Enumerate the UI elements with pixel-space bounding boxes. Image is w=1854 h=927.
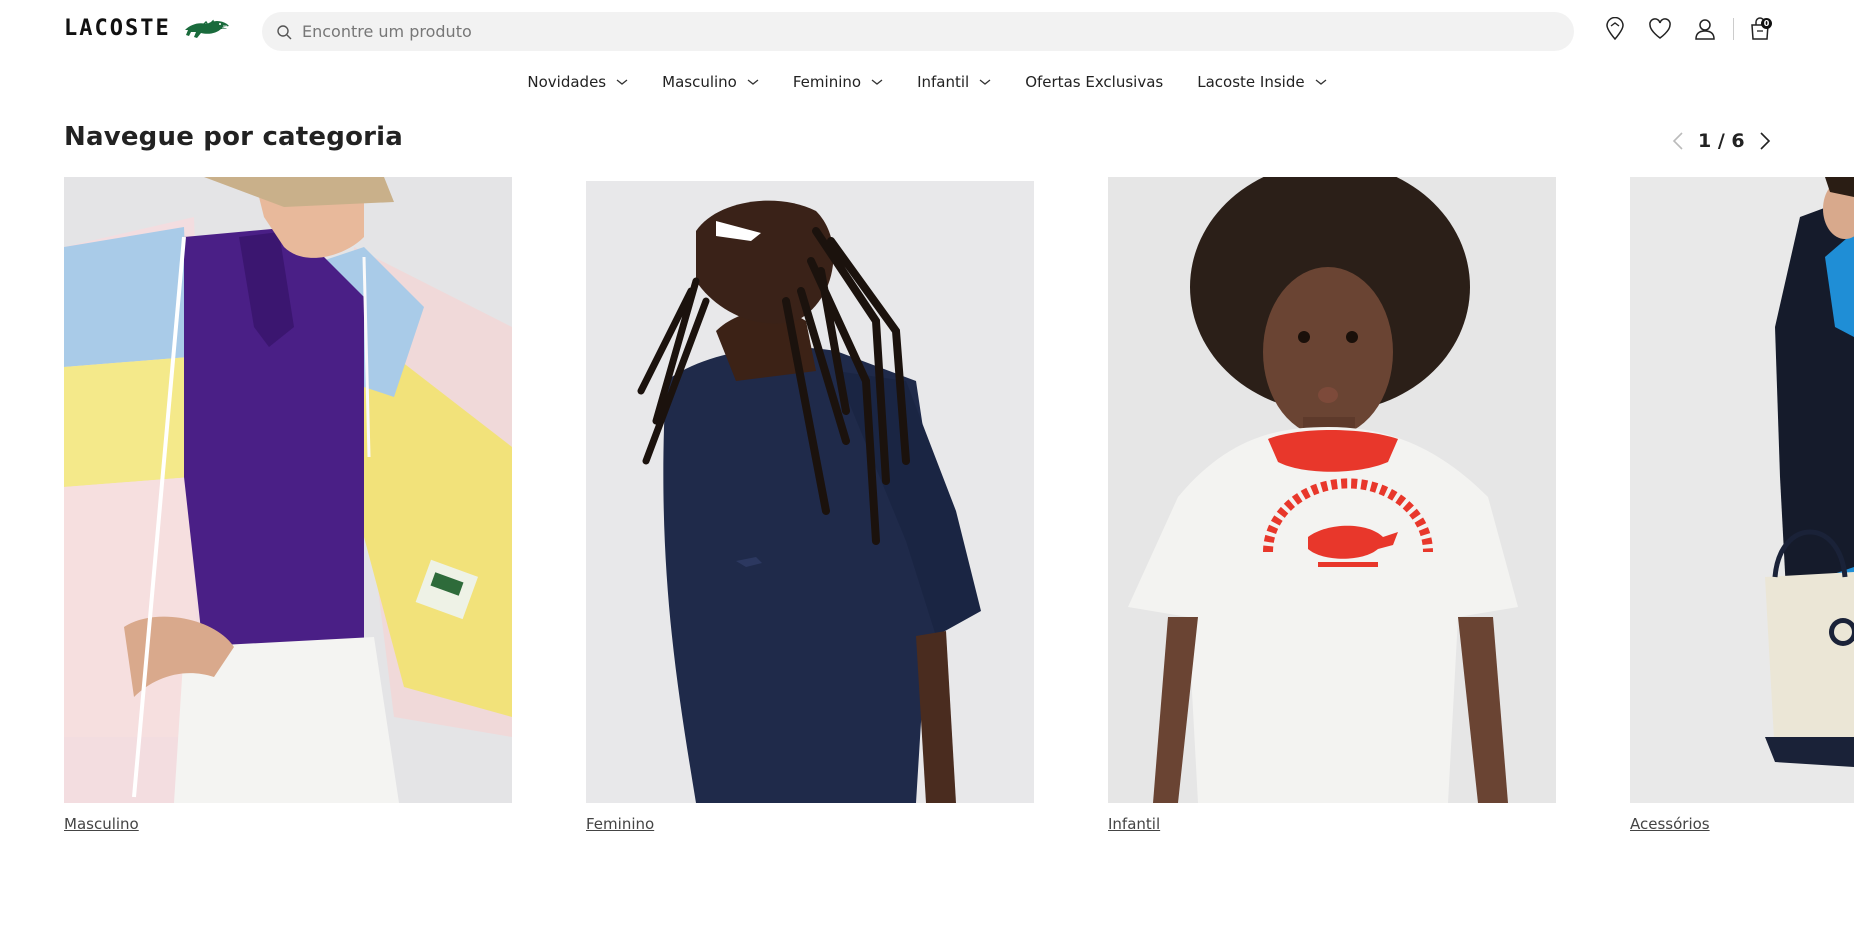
category-link-acessorios[interactable]: Acessórios	[1630, 815, 1710, 833]
nav-item-label: Masculino	[662, 73, 737, 91]
acessorios-photo	[1630, 177, 1854, 803]
nav-item-feminino[interactable]: Feminino	[793, 73, 883, 91]
cart-button[interactable]: 0	[1746, 14, 1774, 44]
header-icons: 0	[1600, 14, 1774, 44]
carousel-pager: 1 / 6	[1668, 128, 1775, 154]
masculino-photo	[64, 177, 512, 803]
heart-icon	[1649, 18, 1671, 39]
cart-count-badge: 0	[1761, 18, 1772, 29]
category-image-feminino[interactable]	[586, 181, 1034, 803]
chevron-down-icon	[979, 79, 991, 85]
lacoste-logo[interactable]: LACOSTE	[64, 14, 231, 44]
chevron-down-icon	[1315, 79, 1326, 85]
category-image-masculino[interactable]	[64, 177, 512, 803]
nav-item-label: Infantil	[917, 73, 970, 91]
site-header: LACOSTE Encontre um produto 0	[0, 0, 1854, 58]
nav-item-masculino[interactable]: Masculino	[662, 73, 759, 91]
user-icon	[1695, 19, 1715, 40]
carousel-prev-button[interactable]	[1668, 128, 1688, 154]
crocodile-logo-icon	[184, 19, 229, 38]
account-button[interactable]	[1691, 14, 1719, 44]
nav-item-label: Novidades	[527, 73, 607, 91]
logo-wordmark: LACOSTE	[64, 16, 171, 41]
nav-item-ofertas-exclusivas[interactable]: Ofertas Exclusivas	[1025, 73, 1163, 91]
category-link-feminino[interactable]: Feminino	[586, 815, 654, 833]
carousel-next-button[interactable]	[1755, 128, 1775, 154]
infantil-photo	[1108, 177, 1556, 803]
search-bar[interactable]	[262, 12, 1574, 51]
wishlist-button[interactable]	[1646, 14, 1674, 44]
nav-item-novidades[interactable]: Novidades	[527, 73, 628, 91]
chevron-down-icon	[747, 79, 759, 85]
chevron-right-icon	[1760, 132, 1770, 150]
nav-item-label: Lacoste Inside	[1197, 73, 1305, 91]
section-title: Navegue por categoria	[64, 122, 404, 152]
search-input[interactable]	[302, 22, 1502, 41]
nav-item-lacoste-inside[interactable]: Lacoste Inside	[1197, 73, 1326, 91]
header-divider	[1733, 18, 1734, 40]
category-link-infantil[interactable]: Infantil	[1108, 815, 1160, 833]
feminino-photo	[586, 181, 1034, 803]
category-image-infantil[interactable]	[1108, 177, 1556, 803]
store-locator-button[interactable]	[1601, 14, 1629, 44]
category-link-masculino[interactable]: Masculino	[64, 815, 139, 833]
search-icon	[277, 24, 292, 39]
chevron-down-icon	[616, 79, 628, 85]
chevron-down-icon	[871, 79, 883, 85]
category-image-acessorios[interactable]	[1630, 177, 1854, 803]
store-locator-icon	[1606, 17, 1624, 41]
nav-item-infantil[interactable]: Infantil	[917, 73, 991, 91]
nav-item-label: Ofertas Exclusivas	[1025, 73, 1164, 91]
carousel-page-indicator: 1 / 6	[1698, 130, 1745, 152]
chevron-left-icon	[1672, 132, 1683, 150]
nav-item-label: Feminino	[792, 73, 862, 91]
main-nav: Novidades Masculino Feminino Infantil Of…	[0, 68, 1854, 96]
